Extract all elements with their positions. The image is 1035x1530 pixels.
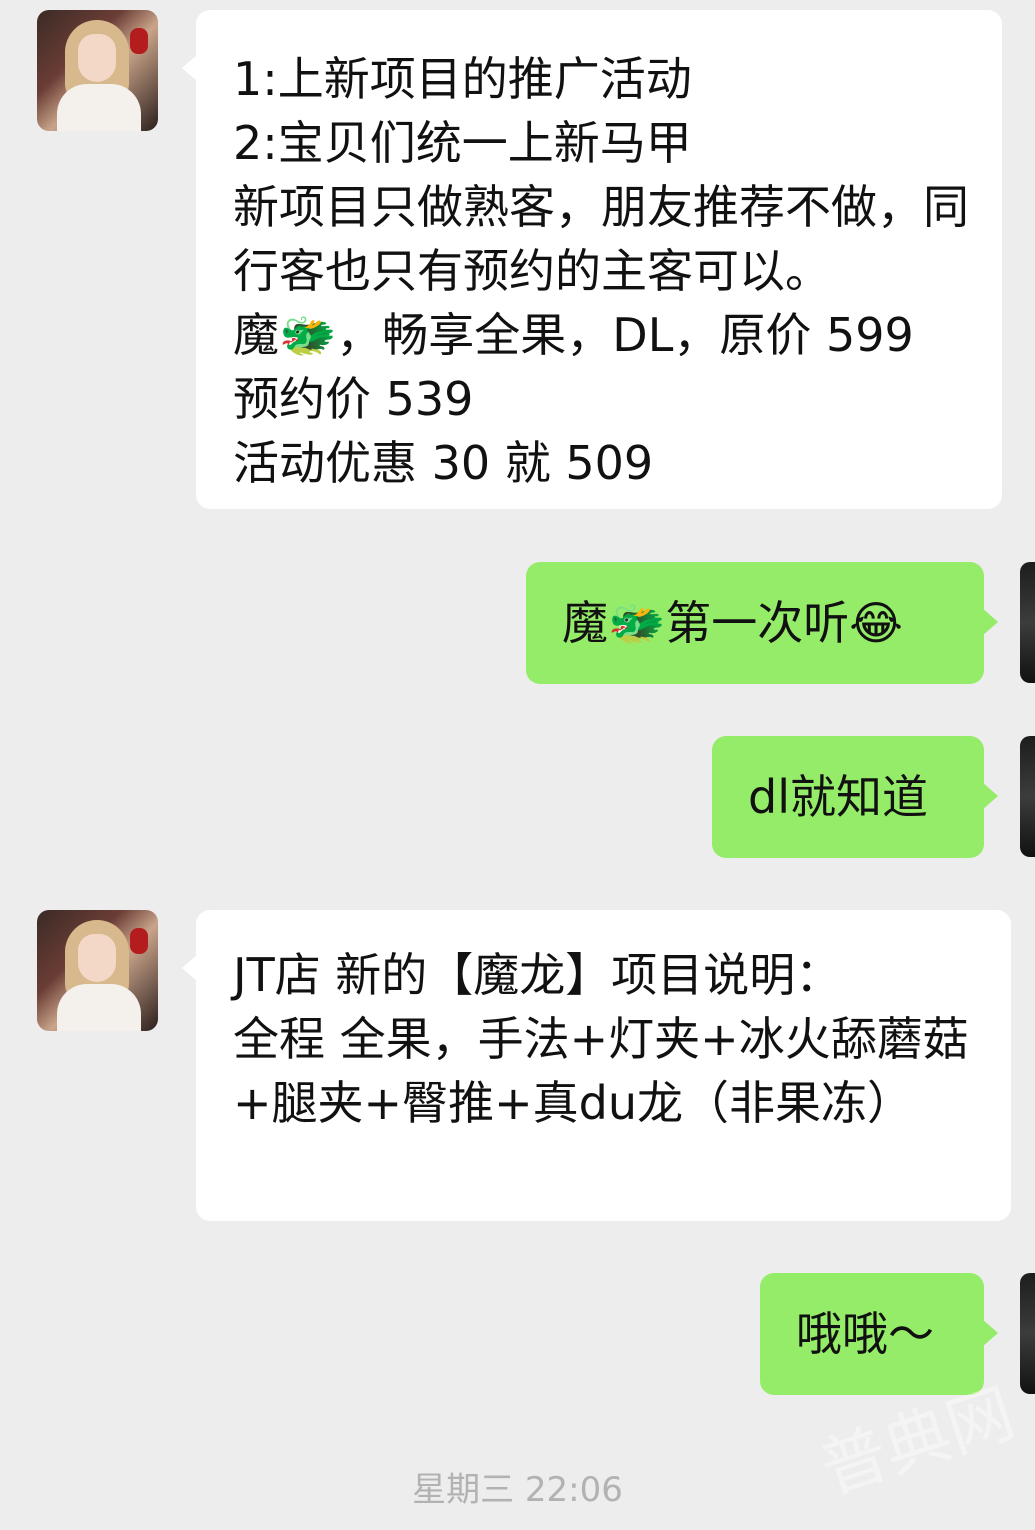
outgoing-message-bubble[interactable]: dl就知道 bbox=[712, 736, 998, 858]
incoming-message-bubble[interactable]: JT店 新的【魔龙】项目说明： 全程 全果，手法+灯夹+冰火舔蘑菇+腿夹+臀推+… bbox=[182, 910, 1011, 1221]
avatar-background-decoration bbox=[130, 928, 148, 954]
self-avatar[interactable] bbox=[1020, 736, 1035, 857]
contact-avatar[interactable] bbox=[37, 910, 158, 1031]
avatar-face bbox=[78, 34, 116, 82]
message-text: 哦哦～ bbox=[796, 1307, 934, 1361]
message-text: dl就知道 bbox=[748, 770, 928, 824]
contact-avatar[interactable] bbox=[37, 10, 158, 131]
chat-window: 1:上新项目的推广活动 2:宝贝们统一上新马甲 新项目只做熟客，朋友推荐不做，同… bbox=[0, 0, 1035, 1512]
avatar-body bbox=[57, 984, 141, 1031]
message-text: 1:上新项目的推广活动 2:宝贝们统一上新马甲 新项目只做熟客，朋友推荐不做，同… bbox=[233, 52, 969, 490]
avatar-body bbox=[57, 84, 141, 131]
avatar-face bbox=[78, 934, 116, 982]
outgoing-message-bubble[interactable]: 魔🐲第一次听😂 bbox=[526, 562, 998, 684]
message-text: 魔🐲第一次听😂 bbox=[562, 596, 904, 650]
self-avatar[interactable] bbox=[1020, 562, 1035, 683]
self-avatar[interactable] bbox=[1020, 1273, 1035, 1394]
message-text: JT店 新的【魔龙】项目说明： 全程 全果，手法+灯夹+冰火舔蘑菇+腿夹+臀推+… bbox=[233, 948, 969, 1130]
incoming-message-bubble[interactable]: 1:上新项目的推广活动 2:宝贝们统一上新马甲 新项目只做熟客，朋友推荐不做，同… bbox=[182, 10, 1002, 509]
avatar-background-decoration bbox=[130, 28, 148, 54]
